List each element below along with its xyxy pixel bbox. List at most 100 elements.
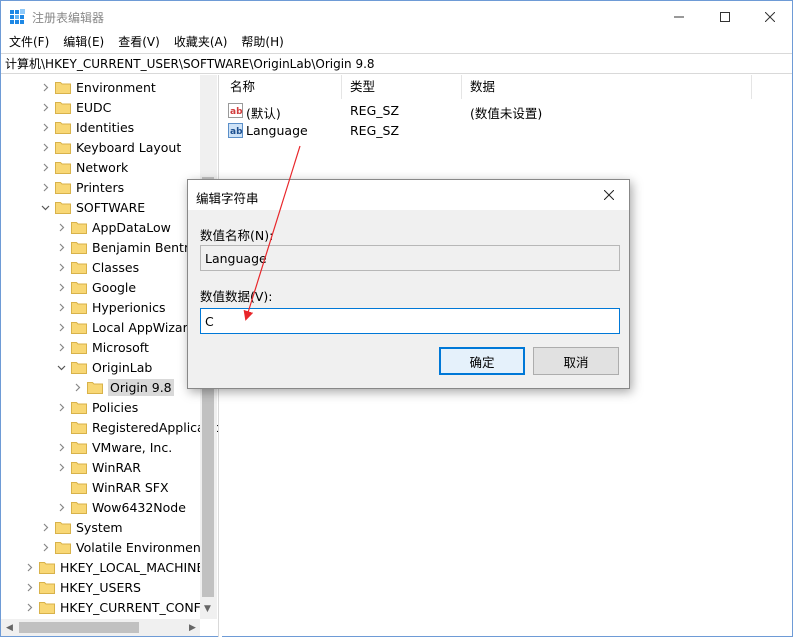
chevron-right-icon[interactable] [55,217,67,237]
chevron-right-icon[interactable] [39,137,51,157]
tree-item[interactable]: EUDC [39,97,111,117]
value-row[interactable]: ab Language REG_SZ [222,121,782,141]
close-button[interactable] [747,1,793,32]
svg-text:ab: ab [230,127,243,137]
maximize-button[interactable] [702,1,748,32]
chevron-right-icon[interactable] [55,497,67,517]
value-data-label: 数值数据(V): [200,289,273,304]
value-data-input[interactable] [200,308,620,334]
tree-item-label: Classes [92,259,140,275]
folder-icon [71,220,87,234]
tree-item[interactable]: Wow6432Node [55,497,186,517]
title-bar[interactable]: 注册表编辑器 [1,1,792,32]
tree-item[interactable]: Origin 9.8 [71,377,174,397]
menu-view[interactable]: 查看(V) [110,32,166,52]
tree-item[interactable]: WinRAR [55,457,141,477]
tree-item-label: Google [92,279,137,295]
cancel-button[interactable]: 取消 [533,347,619,375]
value-name-field: Language [200,245,620,271]
dialog-close-button[interactable] [596,184,622,206]
value-name-label: 数值名称(N): [200,228,274,243]
chevron-right-icon[interactable] [23,577,35,597]
tree-item[interactable]: Policies [55,397,138,417]
scroll-down-icon[interactable]: ▼ [204,604,211,614]
menu-help[interactable]: 帮助(H) [233,32,289,52]
tree-item[interactable]: Volatile Environment [39,537,206,557]
tree-item[interactable]: Microsoft [55,337,149,357]
tree-item[interactable]: RegisteredApplications [55,417,218,437]
chevron-right-icon[interactable] [39,117,51,137]
chevron-right-icon[interactable] [55,257,67,277]
scroll-right-icon[interactable]: ▶ [189,623,196,633]
chevron-right-icon[interactable] [55,297,67,317]
ok-button[interactable]: 确定 [439,347,525,375]
column-header-data[interactable]: 数据 [462,75,752,99]
tree-item[interactable]: SOFTWARE [39,197,145,217]
dialog-title-bar[interactable]: 编辑字符串 [188,180,629,210]
close-icon [604,190,614,200]
tree-item[interactable]: Identities [39,117,134,137]
chevron-right-icon[interactable] [55,457,67,477]
folder-icon [71,340,87,354]
chevron-right-icon[interactable] [39,77,51,97]
tree-item-label: Identities [76,119,135,135]
svg-text:ab: ab [230,107,243,117]
menu-file[interactable]: 文件(F) [1,32,55,52]
folder-icon [39,580,55,594]
tree-item[interactable]: Classes [55,257,139,277]
tree-item[interactable]: Hyperionics [55,297,165,317]
tree-item[interactable]: System [39,517,123,537]
edit-string-dialog: 编辑字符串 数值名称(N): Language 数值数据(V): 确定 取消 [187,179,630,389]
chevron-right-icon[interactable] [55,397,67,417]
minimize-icon [674,16,684,17]
chevron-down-icon[interactable] [39,197,51,217]
registry-app-icon [10,9,25,24]
folder-icon [55,540,71,554]
chevron-right-icon[interactable] [55,437,67,457]
chevron-right-icon[interactable] [23,597,35,617]
registry-editor-window: 注册表编辑器 文件(F) 编辑(E) 查看(V) 收藏夹(A) 帮助(H) 计算… [0,0,793,637]
tree-item[interactable]: Environment [39,77,156,97]
chevron-right-icon[interactable] [39,517,51,537]
value-name: (默认) [246,106,281,121]
tree-item[interactable]: VMware, Inc. [55,437,172,457]
tree-item[interactable]: Printers [39,177,124,197]
tree-item[interactable]: HKEY_CURRENT_CONFIG [23,597,214,617]
chevron-right-icon[interactable] [55,277,67,297]
chevron-right-icon[interactable] [23,557,35,577]
tree-horizontal-scroll-thumb[interactable] [19,622,139,633]
tree-item[interactable]: OriginLab [55,357,152,377]
chevron-right-icon[interactable] [71,377,83,397]
chevron-right-icon[interactable] [55,237,67,257]
chevron-right-icon[interactable] [55,317,67,337]
folder-icon [71,460,87,474]
column-header-name[interactable]: 名称 [222,75,342,99]
tree-item[interactable]: Google [55,277,136,297]
chevron-right-icon[interactable] [39,157,51,177]
column-header-type[interactable]: 类型 [342,75,462,99]
folder-icon [71,240,87,254]
folder-icon [71,300,87,314]
chevron-right-icon[interactable] [39,177,51,197]
minimize-button[interactable] [656,1,702,32]
address-bar[interactable]: 计算机\HKEY_CURRENT_USER\SOFTWARE\OriginLab… [1,53,792,74]
value-type: REG_SZ [350,103,400,118]
scroll-left-icon[interactable]: ◀ [6,623,13,633]
value-row[interactable]: ab (默认) REG_SZ (数值未设置) [222,101,782,121]
menu-favorites[interactable]: 收藏夹(A) [166,32,234,52]
chevron-down-icon[interactable] [55,357,67,377]
tree-item[interactable]: HKEY_LOCAL_MACHINE [23,557,204,577]
tree-item-label: WinRAR [92,459,141,475]
value-name: Language [246,123,308,138]
chevron-right-icon[interactable] [39,537,51,557]
tree-item[interactable]: Network [39,157,128,177]
menu-edit[interactable]: 编辑(E) [55,32,110,52]
tree-item[interactable]: HKEY_USERS [23,577,141,597]
tree-item[interactable]: AppDataLow [55,217,171,237]
chevron-right-icon[interactable] [39,97,51,117]
tree-item-label: Hyperionics [92,299,166,315]
tree-item[interactable]: Keyboard Layout [39,137,181,157]
tree-item[interactable]: WinRAR SFX [55,477,169,497]
chevron-right-icon[interactable] [55,337,67,357]
